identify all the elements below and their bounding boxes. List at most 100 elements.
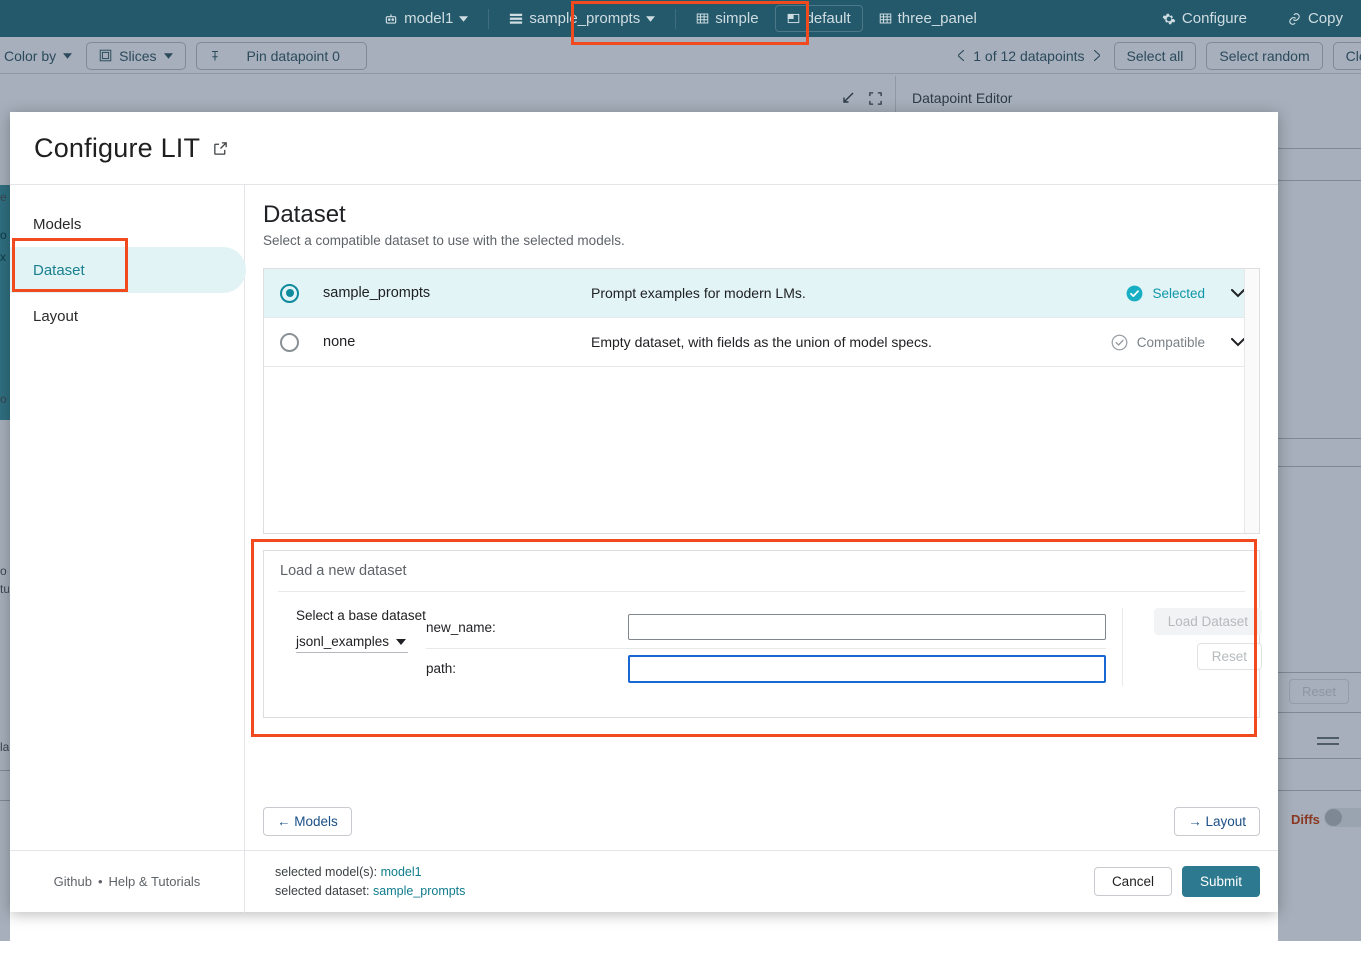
layout-option-default[interactable]: default <box>775 5 863 32</box>
select-all-button[interactable]: Select all <box>1114 42 1197 70</box>
status-badge: Compatible <box>1110 333 1205 352</box>
clear-selection-button[interactable]: Clear s <box>1333 42 1361 70</box>
path-input[interactable] <box>628 655 1106 683</box>
configure-lit-dialog: Configure LIT Models Dataset Layout <box>10 112 1278 912</box>
base-dataset-value: jsonl_examples <box>296 634 389 649</box>
field-row-path: path: <box>426 648 1106 686</box>
bg-panel-b <box>1278 149 1361 180</box>
minimize-icon[interactable] <box>840 90 856 106</box>
table-row[interactable]: sample_prompts Prompt examples for moder… <box>264 269 1259 318</box>
bg-text-fragment-3: x <box>0 250 9 264</box>
selected-models-row: selected model(s): model1 <box>275 863 1094 882</box>
expand-chevron-icon[interactable] <box>1231 289 1245 298</box>
dataset-icon <box>509 12 523 26</box>
dataset-description: Prompt examples for modern LMs. <box>591 285 1125 301</box>
sub-toolbar: Color by Slices <box>0 37 1361 74</box>
next-step-button[interactable]: → Layout <box>1174 807 1260 836</box>
chevron-left-icon[interactable] <box>958 50 964 61</box>
check-circle-filled-icon <box>1125 284 1144 303</box>
bg-text-fragment-6: tu <box>0 582 9 596</box>
grid-icon <box>696 12 709 25</box>
load-dataset-button[interactable]: Load Dataset <box>1154 608 1262 635</box>
slices-button[interactable]: Slices <box>86 42 185 70</box>
slices-label: Slices <box>119 48 156 64</box>
base-dataset-column: Select a base dataset jsonl_examples <box>278 608 406 686</box>
top-toolbar-right: Configure Copy <box>1150 0 1355 37</box>
page-title: Dataset <box>263 201 1260 229</box>
dataset-selector[interactable]: sample_prompts <box>497 5 667 32</box>
dataset-list-scrollbar[interactable] <box>1244 269 1259 533</box>
submit-button[interactable]: Submit <box>1182 866 1260 897</box>
bg-text-fragment-2: o <box>0 228 9 242</box>
pin-datapoint-label: Pin datapoint 0 <box>247 48 340 64</box>
dataset-list: sample_prompts Prompt examples for moder… <box>263 268 1260 534</box>
selected-models-value[interactable]: model1 <box>381 865 422 879</box>
datapoint-nav[interactable]: 1 of 12 datapoints <box>954 48 1103 64</box>
model-selector[interactable]: model1 <box>372 5 480 32</box>
footer-links: Github • Help & Tutorials <box>10 851 245 913</box>
status-badge-label: Selected <box>1152 286 1205 301</box>
select-random-button[interactable]: Select random <box>1206 42 1322 70</box>
bg-divider-left-1 <box>0 770 10 771</box>
drag-handle-icon-2[interactable] <box>1317 743 1339 745</box>
table-row[interactable]: none Empty dataset, with fields as the u… <box>264 318 1259 367</box>
open-in-new-icon[interactable] <box>212 140 229 157</box>
bottom-strip <box>0 941 1361 961</box>
sidebar-item-layout-label: Layout <box>33 308 78 325</box>
diffs-toggle[interactable] <box>1324 808 1361 827</box>
pin-datapoint-button[interactable]: Pin datapoint 0 <box>196 42 367 70</box>
bg-divider-c <box>1278 438 1361 439</box>
load-new-dataset-form: Select a base dataset jsonl_examples new… <box>278 591 1245 686</box>
pin-icon <box>209 49 221 63</box>
layout-option-simple[interactable]: simple <box>684 5 770 32</box>
select-random-label: Select random <box>1219 48 1309 64</box>
toolbar-divider-2 <box>675 9 676 29</box>
dataset-radio-none[interactable] <box>280 333 299 352</box>
dataset-description: Empty dataset, with fields as the union … <box>591 334 1110 350</box>
dataset-radio-sample-prompts[interactable] <box>280 284 299 303</box>
dataset-fields-column: new_name: path: <box>406 608 1106 686</box>
status-badge: Selected <box>1125 284 1205 303</box>
footer-summary: selected model(s): model1 selected datas… <box>245 863 1094 901</box>
bg-panel-left-lower <box>0 420 10 961</box>
select-all-label: Select all <box>1127 48 1184 64</box>
expand-chevron-icon[interactable] <box>1231 338 1245 347</box>
bg-panel-a <box>1278 123 1361 148</box>
layout-option-three-panel[interactable]: three_panel <box>867 5 989 32</box>
dialog-body: Models Dataset Layout Dataset Select a c… <box>10 184 1278 850</box>
prev-step-button[interactable]: ← Models <box>263 807 352 836</box>
sidebar-item-dataset-label: Dataset <box>33 262 85 279</box>
cancel-button[interactable]: Cancel <box>1094 867 1172 896</box>
sidebar-item-models[interactable]: Models <box>10 201 246 247</box>
field-row-new-name: new_name: <box>426 608 1106 646</box>
selected-dataset-value[interactable]: sample_prompts <box>373 884 465 898</box>
layout-icon <box>787 12 800 25</box>
github-link[interactable]: Github <box>54 874 92 889</box>
drag-handle-icon[interactable] <box>1317 737 1339 739</box>
dataset-name: none <box>323 334 591 350</box>
color-by-selector[interactable]: Color by <box>0 48 76 64</box>
fullscreen-icon[interactable] <box>868 91 883 106</box>
dialog-content: Dataset Select a compatible dataset to u… <box>245 185 1278 850</box>
slices-icon <box>99 49 112 62</box>
configure-button[interactable]: Configure <box>1150 5 1259 32</box>
chevron-right-icon[interactable] <box>1094 50 1100 61</box>
bg-divider-f <box>1278 712 1361 713</box>
dialog-footer: Github • Help & Tutorials selected model… <box>10 850 1278 912</box>
load-reset-button[interactable]: Reset <box>1197 643 1262 670</box>
load-new-dataset-box: Load a new dataset Select a base dataset… <box>263 550 1260 718</box>
help-tutorials-link[interactable]: Help & Tutorials <box>109 874 201 889</box>
copy-link-button[interactable]: Copy <box>1275 5 1355 32</box>
new-name-input[interactable] <box>628 614 1106 640</box>
page-subtitle: Select a compatible dataset to use with … <box>263 233 1260 248</box>
bg-divider-left-2 <box>0 800 10 801</box>
sidebar-item-models-label: Models <box>33 216 81 233</box>
configure-button-label: Configure <box>1182 10 1247 27</box>
datapoint-nav-label: 1 of 12 datapoints <box>973 48 1084 64</box>
sidebar-item-layout[interactable]: Layout <box>10 293 246 339</box>
sidebar-item-dataset[interactable]: Dataset <box>10 247 246 293</box>
bg-divider-e <box>1278 672 1361 673</box>
base-dataset-select[interactable]: jsonl_examples <box>296 634 408 653</box>
load-new-dataset-title: Load a new dataset <box>278 561 1245 591</box>
background-reset-button[interactable]: Reset <box>1289 679 1349 704</box>
